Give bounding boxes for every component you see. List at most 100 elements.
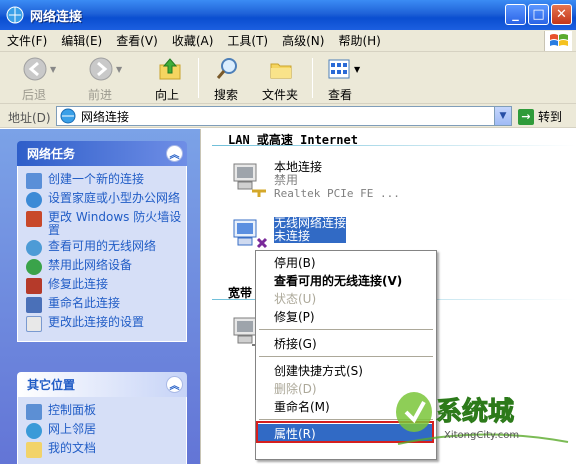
network-tasks-list: 创建一个新的连接 设置家庭或小型办公网络 更改 Windows 防火墙设置 查看… (17, 166, 187, 342)
task-pane: 网络任务 ︽ 创建一个新的连接 设置家庭或小型办公网络 更改 Windows 防… (0, 129, 200, 464)
menu-item-bridge[interactable]: 桥接(G) (258, 334, 434, 352)
menu-file[interactable]: 文件(F) (0, 32, 54, 49)
maximize-button[interactable]: □ (528, 4, 549, 25)
computer-network-icon (233, 163, 266, 197)
menu-tools[interactable]: 工具(T) (220, 32, 275, 49)
task-change-settings[interactable]: 更改此连接的设置 (26, 316, 182, 332)
lan-connection[interactable]: 本地连接 禁用 Realtek PCIe FE ... (230, 161, 400, 200)
menu-separator (259, 356, 433, 357)
folder-up-icon (159, 58, 181, 80)
go-button[interactable]: → 转到 (518, 108, 562, 125)
up-label: 向上 (155, 88, 180, 102)
home-network-icon (26, 192, 42, 208)
task-firewall[interactable]: 更改 Windows 防火墙设置 (26, 211, 182, 237)
network-globe-icon (60, 108, 76, 124)
rename-icon (26, 297, 42, 313)
chevron-down-icon: ▼ (354, 64, 361, 74)
back-button[interactable]: ▼ (22, 56, 56, 82)
menu-edit[interactable]: 编辑(E) (54, 32, 109, 49)
folders-icon (270, 63, 292, 79)
task-label: 更改此连接的设置 (48, 315, 145, 329)
toolbar-separator (198, 58, 199, 98)
back-label: 后退 (22, 88, 47, 102)
menu-help[interactable]: 帮助(H) (331, 32, 387, 49)
lan-device: Realtek PCIe FE ... (274, 187, 400, 200)
wireless-icon (26, 240, 42, 256)
task-view-wireless[interactable]: 查看可用的无线网络 (26, 240, 182, 256)
view-button[interactable]: ▼ (326, 56, 360, 82)
place-label: 网上邻居 (48, 422, 97, 436)
task-label: 查看可用的无线网络 (48, 239, 157, 253)
network-tasks-header[interactable]: 网络任务 ︽ (17, 141, 187, 166)
task-disable-device[interactable]: 禁用此网络设备 (26, 259, 182, 275)
menu-item-view-wireless[interactable]: 查看可用的无线连接(V) (258, 271, 434, 289)
network-tasks-panel: 网络任务 ︽ 创建一个新的连接 设置家庭或小型办公网络 更改 Windows 防… (17, 141, 187, 342)
view-grid-icon (328, 59, 350, 79)
maximize-icon: □ (532, 7, 545, 22)
task-label: 设置家庭或小型办公网络 (48, 191, 181, 205)
close-button[interactable]: ✕ (551, 4, 572, 25)
watermark-url: XitongCity.com (444, 430, 519, 441)
view-label: 查看 (328, 88, 353, 102)
menu-item-create-shortcut[interactable]: 创建快捷方式(S) (258, 361, 434, 379)
close-icon: ✕ (556, 7, 567, 22)
place-control-panel[interactable]: 控制面板 (26, 404, 182, 420)
search-icon (216, 58, 237, 79)
title-bar[interactable]: 网络连接 _ □ ✕ (0, 0, 576, 30)
network-tasks-title: 网络任务 (27, 147, 76, 161)
chevron-down-icon: ▼ (499, 111, 507, 121)
settings-check-icon (26, 316, 42, 332)
toolbar: ▼ 后退 ▼ 前进 向上 搜索 文件夹 ▼ 查看 (0, 52, 576, 104)
watermark-logo-icon: 系统城 XitongCity.com (396, 392, 569, 445)
menu-item-status: 状态(U) (274, 291, 317, 306)
task-rename[interactable]: 重命名此连接 (26, 297, 182, 313)
lan-status: 禁用 (274, 173, 299, 187)
windows-logo-icon (544, 31, 572, 51)
task-create-connection[interactable]: 创建一个新的连接 (26, 173, 182, 189)
collapse-icon[interactable]: ︽ (166, 376, 183, 393)
address-dropdown-button[interactable]: ▼ (494, 107, 511, 125)
network-connections-icon (6, 6, 24, 24)
window-title: 网络连接 (30, 9, 83, 25)
forward-button[interactable]: ▼ (88, 56, 122, 82)
other-places-header[interactable]: 其它位置 ︽ (17, 372, 187, 397)
back-arrow-icon (23, 57, 47, 81)
my-documents-icon (26, 442, 42, 458)
collapse-icon[interactable]: ︽ (166, 145, 183, 162)
task-repair[interactable]: 修复此连接 (26, 278, 182, 294)
task-label: 创建一个新的连接 (48, 172, 145, 186)
task-label: 更改 Windows 防火墙设置 (48, 210, 182, 237)
folders-button[interactable] (268, 56, 294, 82)
group-divider (212, 145, 576, 146)
menu-item-disable[interactable]: 停用(B) (258, 253, 434, 271)
go-arrow-icon: → (518, 108, 534, 125)
up-button[interactable] (157, 56, 183, 82)
address-bar: 地址(D) 网络连接 ▼ → 转到 (0, 104, 576, 128)
task-label: 禁用此网络设备 (48, 258, 133, 272)
chevron-down-icon: ▼ (50, 64, 57, 74)
disable-device-icon (26, 259, 42, 275)
repair-wrench-icon (26, 278, 42, 294)
wireless-status: 未连接 (274, 230, 347, 243)
other-places-title: 其它位置 (27, 378, 76, 392)
place-network-neighborhood[interactable]: 网上邻居 (26, 423, 182, 439)
chevron-down-icon: ▼ (116, 64, 123, 74)
menu-favorites[interactable]: 收藏(A) (165, 32, 221, 49)
place-label: 控制面板 (48, 403, 97, 417)
pane-splitter[interactable] (200, 129, 212, 464)
new-connection-icon (26, 173, 42, 189)
control-panel-icon (26, 404, 42, 420)
network-neighborhood-icon (26, 423, 42, 439)
menu-view[interactable]: 查看(V) (109, 32, 165, 49)
address-input[interactable]: 网络连接 ▼ (56, 106, 512, 126)
search-button[interactable] (215, 56, 241, 82)
menu-separator (259, 329, 433, 330)
menu-advanced[interactable]: 高级(N) (275, 32, 331, 49)
menu-item-repair[interactable]: 修复(P) (258, 307, 434, 325)
task-label: 修复此连接 (48, 277, 109, 291)
minimize-icon: _ (512, 7, 519, 22)
forward-arrow-icon (89, 57, 113, 81)
place-my-documents[interactable]: 我的文档 (26, 442, 182, 458)
minimize-button[interactable]: _ (505, 4, 526, 25)
task-home-network[interactable]: 设置家庭或小型办公网络 (26, 192, 182, 208)
